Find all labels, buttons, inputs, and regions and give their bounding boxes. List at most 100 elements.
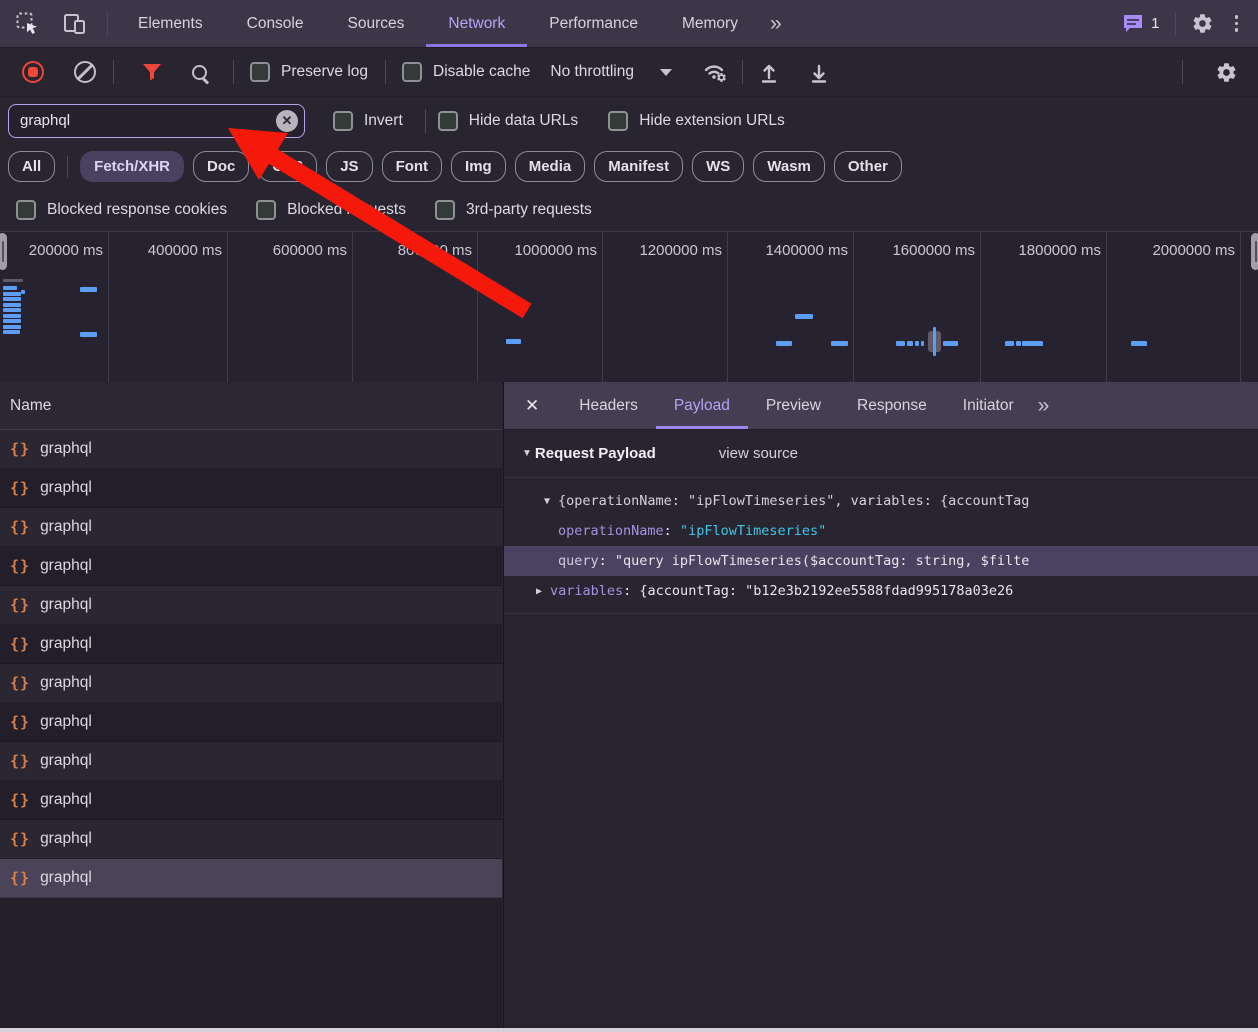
third-party-requests-checkbox[interactable]: 3rd-party requests	[435, 200, 592, 220]
timeline-gridline	[980, 232, 981, 382]
hide-extension-urls-checkbox[interactable]: Hide extension URLs	[608, 111, 785, 131]
request-timing-mark	[831, 341, 848, 346]
table-row[interactable]: {}graphql	[0, 625, 502, 664]
divider	[233, 60, 234, 84]
window-bottom-edge	[0, 1028, 1258, 1032]
tab-network[interactable]: Network	[426, 0, 527, 47]
timeline-gridline	[352, 232, 353, 382]
settings-gear-icon[interactable]	[1191, 12, 1214, 35]
blocked-requests-label: Blocked requests	[287, 201, 406, 219]
filter-chip-js[interactable]: JS	[326, 151, 372, 182]
network-conditions-icon[interactable]	[702, 61, 728, 83]
request-timing-mark	[3, 330, 20, 334]
details-more-tabs-icon[interactable]: »	[1032, 394, 1054, 418]
close-details-icon[interactable]: ✕	[504, 396, 561, 416]
issues-badge[interactable]: 1	[1122, 13, 1159, 34]
tab-memory[interactable]: Memory	[660, 0, 760, 47]
blocked-response-cookies-checkbox[interactable]: Blocked response cookies	[16, 200, 227, 220]
fetch-xhr-icon: {}	[10, 791, 30, 809]
details-tab-payload[interactable]: Payload	[656, 382, 748, 429]
table-row[interactable]: {}graphql	[0, 664, 502, 703]
filter-chip-ws[interactable]: WS	[692, 151, 744, 182]
filter-input[interactable]	[8, 104, 305, 138]
table-row[interactable]: {}graphql	[0, 586, 502, 625]
search-icon[interactable]	[192, 65, 207, 80]
details-tabbar: ✕ HeadersPayloadPreviewResponseInitiator…	[504, 382, 1258, 430]
throttling-select[interactable]: No throttling	[550, 63, 672, 81]
import-har-icon[interactable]	[757, 61, 781, 84]
filter-chip-fetch-xhr[interactable]: Fetch/XHR	[80, 151, 184, 182]
request-name: graphql	[40, 596, 92, 614]
clear-filter-icon[interactable]: ✕	[276, 110, 298, 132]
details-tab-headers[interactable]: Headers	[561, 382, 656, 429]
more-tabs-icon[interactable]: »	[760, 12, 790, 36]
filter-chip-css[interactable]: CSS	[258, 151, 317, 182]
filter-chip-all[interactable]: All	[8, 151, 55, 182]
request-timing-mark	[921, 341, 924, 346]
timeline-tick-label: 2000000 ms	[1123, 242, 1235, 259]
tab-performance[interactable]: Performance	[527, 0, 660, 47]
table-row[interactable]: {}graphql	[0, 703, 502, 742]
filter-chip-wasm[interactable]: Wasm	[753, 151, 825, 182]
table-row[interactable]: {}graphql	[0, 430, 502, 469]
overview-drag-handle-right[interactable]	[1251, 233, 1258, 270]
more-options-icon[interactable]	[1229, 15, 1245, 32]
blocked-requests-checkbox[interactable]: Blocked requests	[256, 200, 406, 220]
tab-console[interactable]: Console	[225, 0, 326, 47]
issues-count: 1	[1151, 15, 1159, 32]
table-row[interactable]: {}graphql	[0, 469, 502, 508]
name-column-header[interactable]: Name	[0, 382, 502, 430]
timeline-gridline	[602, 232, 603, 382]
table-row[interactable]: {}graphql	[0, 820, 502, 859]
invert-checkbox[interactable]: Invert	[333, 111, 403, 131]
request-payload-title: Request Payload	[535, 445, 656, 462]
request-timing-mark	[1131, 341, 1147, 346]
disable-cache-label: Disable cache	[433, 63, 530, 81]
checkbox	[256, 200, 276, 220]
table-row[interactable]: {}graphql	[0, 508, 502, 547]
disable-cache-checkbox[interactable]: Disable cache	[402, 62, 530, 82]
table-row[interactable]: {}graphql	[0, 781, 502, 820]
request-timing-mark	[776, 341, 792, 346]
network-overview-timeline[interactable]: 200000 ms400000 ms600000 ms800000 ms1000…	[0, 231, 1258, 383]
filter-chip-other[interactable]: Other	[834, 151, 902, 182]
clear-network-log-button[interactable]	[74, 61, 96, 83]
panel-tabs: ElementsConsoleSourcesNetworkPerformance…	[116, 0, 760, 47]
request-payload-section[interactable]: ▼ Request Payload view source	[504, 430, 1258, 478]
filter-chip-doc[interactable]: Doc	[193, 151, 249, 182]
payload-variables-row[interactable]: ▶ variables : {accountTag: "b12e3b2192ee…	[504, 576, 1258, 606]
record-network-log-button[interactable]	[22, 61, 44, 83]
timeline-tick-label: 800000 ms	[360, 242, 472, 259]
details-tab-preview[interactable]: Preview	[748, 382, 839, 429]
filter-chip-img[interactable]: Img	[451, 151, 506, 182]
tab-sources[interactable]: Sources	[326, 0, 427, 47]
table-row[interactable]: {}graphql	[0, 859, 502, 898]
request-rows: {}graphql{}graphql{}graphql{}graphql{}gr…	[0, 430, 502, 898]
divider	[113, 60, 114, 84]
network-settings-gear-icon[interactable]	[1215, 61, 1238, 84]
checkbox	[333, 111, 353, 131]
filter-icon[interactable]	[142, 63, 162, 82]
payload-operationname-row[interactable]: operationName : "ipFlowTimeseries"	[504, 516, 1258, 546]
timeline-tick-label: 1200000 ms	[610, 242, 722, 259]
tab-elements[interactable]: Elements	[116, 0, 225, 47]
preserve-log-checkbox[interactable]: Preserve log	[250, 62, 368, 82]
filter-chip-manifest[interactable]: Manifest	[594, 151, 683, 182]
view-source-link[interactable]: view source	[719, 445, 798, 462]
fetch-xhr-icon: {}	[10, 752, 30, 770]
payload-query-row-selected[interactable]: query : "query ipFlowTimeseries($account…	[504, 546, 1258, 576]
details-tab-initiator[interactable]: Initiator	[945, 382, 1032, 429]
export-har-icon[interactable]	[807, 61, 831, 84]
filter-chip-font[interactable]: Font	[382, 151, 442, 182]
filter-chip-media[interactable]: Media	[515, 151, 586, 182]
timeline-gridline	[108, 232, 109, 382]
divider	[504, 613, 1258, 614]
table-row[interactable]: {}graphql	[0, 742, 502, 781]
details-tab-response[interactable]: Response	[839, 382, 945, 429]
timeline-tick-label: 1800000 ms	[989, 242, 1101, 259]
hide-data-urls-checkbox[interactable]: Hide data URLs	[438, 111, 578, 131]
inspect-element-icon[interactable]	[16, 12, 39, 35]
device-toolbar-icon[interactable]	[63, 12, 87, 35]
payload-summary-row[interactable]: ▼ {operationName: "ipFlowTimeseries", va…	[504, 486, 1258, 516]
table-row[interactable]: {}graphql	[0, 547, 502, 586]
